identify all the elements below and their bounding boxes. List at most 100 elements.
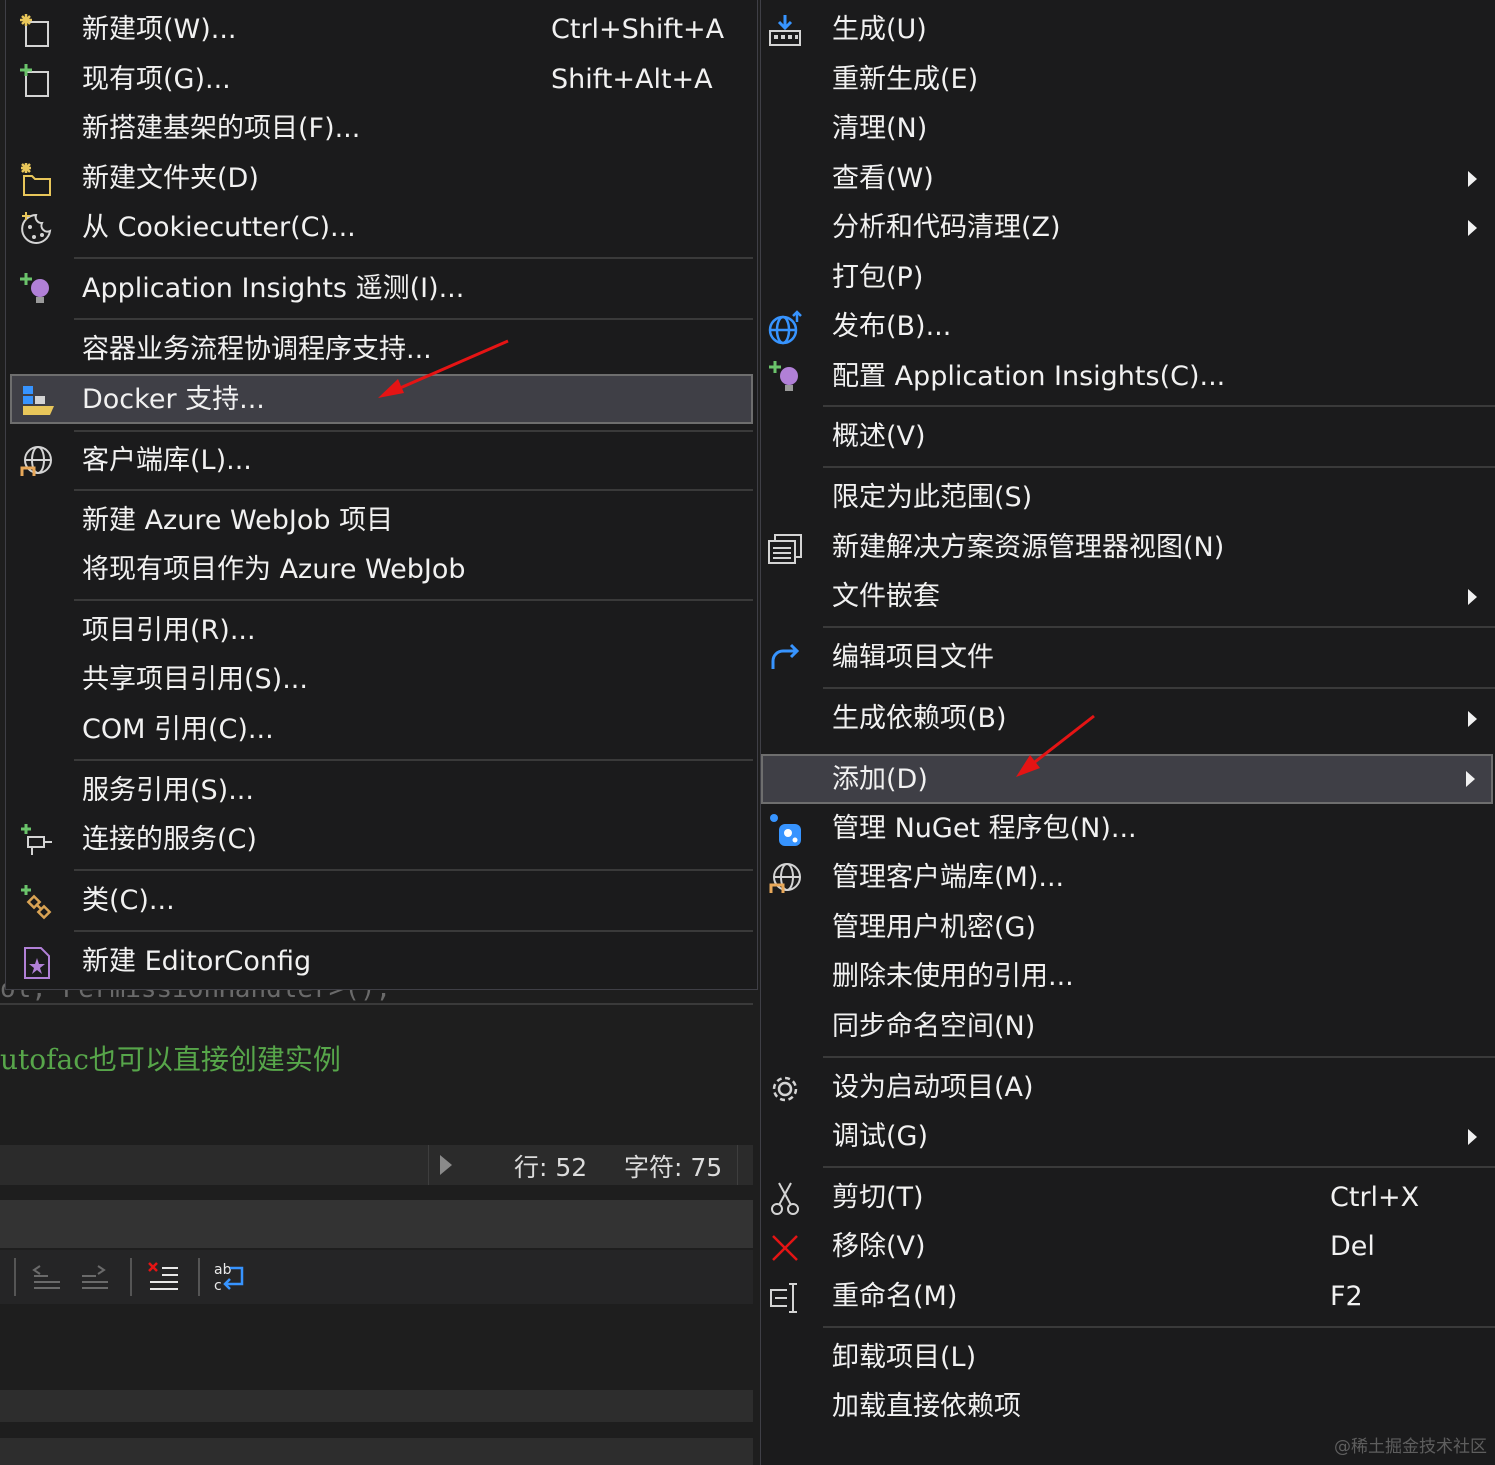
- menu-item-label: 打包(P): [832, 262, 924, 293]
- menu-item-label: 管理 NuGet 程序包(N)...: [832, 813, 1137, 844]
- menu-item-pack[interactable]: 打包(P): [761, 254, 1495, 302]
- menu-item-sync-namespaces[interactable]: 同步命名空间(N): [761, 1003, 1495, 1051]
- menu-separator: [823, 626, 1495, 628]
- menu-item-edit-project-file[interactable]: 编辑项目文件: [761, 634, 1495, 682]
- scroll-right-icon[interactable]: [440, 1155, 452, 1175]
- menu-item-label: 客户端库(L)...: [82, 445, 252, 476]
- indent-icon[interactable]: [78, 1260, 112, 1294]
- menu-item-existing-item[interactable]: 现有项(G)... Shift+Alt+A: [6, 56, 757, 104]
- menu-item-scope-to-this[interactable]: 限定为此范围(S): [761, 474, 1495, 522]
- menu-separator: [74, 759, 753, 761]
- gear-icon: [772, 1076, 798, 1102]
- panel-band: [0, 1438, 753, 1465]
- menu-item-class[interactable]: 类(C)...: [6, 877, 757, 925]
- menu-item-app-insights-telemetry[interactable]: Application Insights 遥测(I)...: [6, 265, 757, 313]
- menu-item-label: 查看(W): [832, 163, 934, 194]
- menu-item-shortcut: Del: [1330, 1231, 1375, 1262]
- menu-item-label: 限定为此范围(S): [832, 482, 1033, 513]
- outdent-icon[interactable]: [30, 1260, 64, 1294]
- menu-item-label: 重新生成(E): [832, 64, 979, 95]
- connected-service-icon: [21, 824, 52, 855]
- menu-item-manage-nuget[interactable]: 管理 NuGet 程序包(N)...: [761, 805, 1495, 853]
- status-char-number[interactable]: 字符: 75: [624, 1148, 722, 1184]
- editor-toolbar: [0, 1250, 753, 1304]
- menu-item-analyze-code-cleanup[interactable]: 分析和代码清理(Z): [761, 204, 1495, 252]
- menu-separator: [74, 489, 753, 491]
- menu-item-shared-project-reference[interactable]: 共享项目引用(S)...: [6, 656, 757, 704]
- menu-item-cookiecutter[interactable]: 从 Cookiecutter(C)...: [6, 204, 757, 252]
- menu-item-scaffolded-item[interactable]: 新搭建基架的项目(F)...: [6, 105, 757, 153]
- menu-item-docker-support[interactable]: Docker 支持...: [10, 374, 753, 424]
- menu-item-clean[interactable]: 清理(N): [761, 105, 1495, 153]
- menu-item-new-editorconfig[interactable]: 新建 EditorConfig: [6, 938, 757, 986]
- menu-item-label: 服务引用(S)...: [82, 775, 254, 806]
- menu-item-remove-unused-references[interactable]: 删除未使用的引用...: [761, 953, 1495, 1001]
- menu-item-manage-client-libraries[interactable]: 管理客户端库(M)...: [761, 854, 1495, 902]
- menu-separator: [823, 466, 1495, 468]
- menu-item-project-reference[interactable]: 项目引用(R)...: [6, 607, 757, 655]
- menu-item-label: 加载直接依赖项: [832, 1391, 1021, 1422]
- menu-item-label: 生成(U): [832, 14, 927, 45]
- code-comment: utofac也可以直接创建实例: [0, 1043, 341, 1076]
- menu-item-new-folder[interactable]: 新建文件夹(D): [6, 155, 757, 203]
- menu-item-configure-app-insights[interactable]: 配置 Application Insights(C)...: [761, 353, 1495, 401]
- menu-item-label: 同步命名空间(N): [832, 1011, 1036, 1042]
- menu-item-new-item[interactable]: 新建项(W)... Ctrl+Shift+A: [6, 6, 757, 54]
- menu-item-label: 容器业务流程协调程序支持...: [82, 334, 432, 365]
- menu-item-overview[interactable]: 概述(V): [761, 413, 1495, 461]
- menu-item-label: 新建解决方案资源管理器视图(N): [832, 532, 1225, 563]
- menu-item-label: 配置 Application Insights(C)...: [832, 361, 1226, 392]
- menu-item-unload-project[interactable]: 卸载项目(L): [761, 1334, 1495, 1382]
- menu-item-set-startup-project[interactable]: 设为启动项目(A): [761, 1064, 1495, 1112]
- rename-icon: [770, 1283, 797, 1313]
- menu-item-orchestrator-support[interactable]: 容器业务流程协调程序支持...: [6, 326, 757, 374]
- status-divider: [737, 1145, 738, 1185]
- watermark: @稀土掘金技术社区: [1334, 1437, 1487, 1457]
- menu-item-new-azure-webjob[interactable]: 新建 Azure WebJob 项目: [6, 497, 757, 545]
- menu-item-debug[interactable]: 调试(G): [761, 1113, 1495, 1161]
- new-view-icon: [768, 534, 802, 564]
- submenu-arrow-icon: [1468, 220, 1477, 236]
- menu-item-load-direct-dependencies[interactable]: 加载直接依赖项: [761, 1383, 1495, 1431]
- menu-item-view[interactable]: 查看(W): [761, 155, 1495, 203]
- menu-item-label: 设为启动项目(A): [832, 1072, 1034, 1103]
- toolbar-divider: [130, 1258, 132, 1296]
- menu-item-shortcut: Shift+Alt+A: [551, 64, 713, 95]
- menu-item-label: 添加(D): [832, 764, 928, 795]
- menu-item-client-library[interactable]: 客户端库(L)...: [6, 437, 757, 485]
- toolbar-divider: [198, 1258, 200, 1296]
- submenu-arrow-icon: [1466, 771, 1475, 787]
- menu-separator: [823, 1166, 1495, 1168]
- menu-item-new-solution-explorer-view[interactable]: 新建解决方案资源管理器视图(N): [761, 524, 1495, 572]
- menu-item-add[interactable]: 添加(D): [761, 754, 1493, 804]
- remove-x-icon: [772, 1235, 798, 1261]
- menu-item-remove[interactable]: 移除(V) Del: [761, 1223, 1495, 1271]
- menu-item-shortcut: F2: [1330, 1281, 1363, 1312]
- menu-item-label: 文件嵌套: [832, 581, 940, 612]
- menu-item-label: 编辑项目文件: [832, 642, 994, 673]
- new-folder-icon: [21, 163, 51, 196]
- word-wrap-icon[interactable]: ab c: [212, 1260, 246, 1294]
- menu-item-existing-azure-webjob[interactable]: 将现有项目作为 Azure WebJob: [6, 546, 757, 594]
- menu-item-label: 概述(V): [832, 421, 926, 452]
- menu-item-build[interactable]: 生成(U): [761, 6, 1495, 54]
- menu-item-connected-services[interactable]: 连接的服务(C): [6, 816, 757, 864]
- menu-separator: [823, 687, 1495, 689]
- submenu-arrow-icon: [1468, 1129, 1477, 1145]
- menu-item-manage-user-secrets[interactable]: 管理用户机密(G): [761, 904, 1495, 952]
- scissors-icon: [771, 1182, 799, 1215]
- submenu-arrow-icon: [1468, 589, 1477, 605]
- menu-item-label: 删除未使用的引用...: [832, 961, 1074, 992]
- remove-whitespace-icon[interactable]: [146, 1260, 180, 1294]
- menu-item-publish[interactable]: 发布(B)...: [761, 303, 1495, 351]
- toolbar-divider: [14, 1258, 16, 1296]
- menu-item-com-reference[interactable]: COM 引用(C)...: [6, 706, 757, 754]
- menu-item-build-dependencies[interactable]: 生成依赖项(B): [761, 695, 1495, 743]
- status-line-number[interactable]: 行: 52: [514, 1148, 587, 1184]
- menu-item-file-nesting[interactable]: 文件嵌套: [761, 573, 1495, 621]
- menu-item-rebuild[interactable]: 重新生成(E): [761, 56, 1495, 104]
- menu-separator: [823, 405, 1495, 407]
- menu-item-service-reference[interactable]: 服务引用(S)...: [6, 767, 757, 815]
- menu-item-rename[interactable]: 重命名(M) F2: [761, 1273, 1495, 1321]
- menu-item-cut[interactable]: 剪切(T) Ctrl+X: [761, 1174, 1495, 1222]
